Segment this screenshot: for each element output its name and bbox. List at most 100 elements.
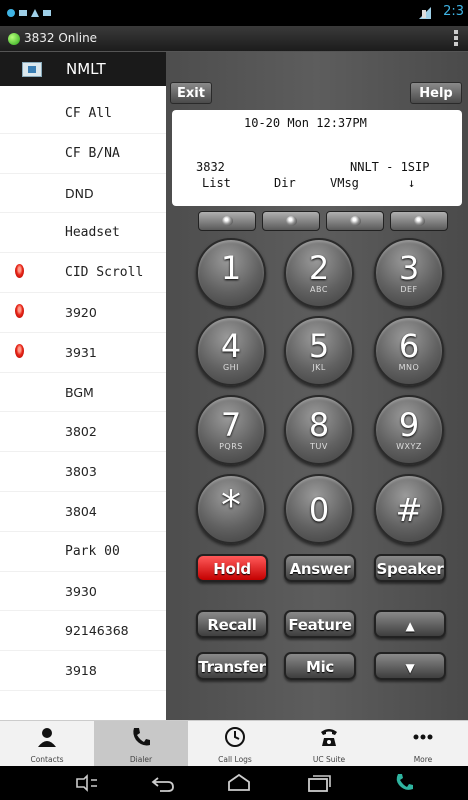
sidebar-item-92146368[interactable]: 92146368 [0,611,166,652]
lcd-datetime: 10-20 Mon 12:37PM [244,116,367,130]
help-button[interactable]: Help [410,82,462,104]
sidebar-item-cf-bna[interactable]: CF B/NA [0,134,166,174]
feature-button[interactable]: Feature [284,610,356,638]
contact-card-icon [22,62,42,77]
sidebar-item-label: 3920 [65,304,97,320]
volume-down-button[interactable]: ▼ [374,652,446,680]
status-bar: 2:3 [0,0,468,26]
sidebar-item-label: CID Scroll [65,265,144,281]
sidebar-item-label: 3802 [65,424,97,440]
exit-button[interactable]: Exit [170,82,212,104]
tab-label: UC Suite [312,755,346,764]
key-letters: WXYZ [396,442,422,451]
key-digit: 6 [398,327,420,365]
lcd-softkey-label: ↓ [408,176,416,190]
sidebar-header-title: NMLT [66,60,106,78]
key-digit: * [221,483,241,529]
tab-call-logs[interactable]: Call Logs [188,721,282,767]
menu-icon[interactable] [74,773,100,793]
key-letters: JKL [312,363,326,372]
sidebar-item-cf-all[interactable]: CF All [0,94,166,134]
tab-more[interactable]: More [376,721,468,767]
overflow-menu-icon[interactable] [454,30,458,48]
sidebar-item-3803[interactable]: 3803 [0,452,166,492]
tab-label: Dialer [129,755,153,764]
sidebar-item-label: 3804 [65,503,97,519]
key-letters: MNO [398,363,420,372]
volume-up-button[interactable]: ▲ [374,610,446,638]
key-star-button[interactable]: * [196,474,266,544]
lcd-line-name: NNLT - 1SIP [350,160,430,174]
tab-dialer[interactable]: Dialer [94,721,188,767]
softkey-3-button[interactable] [326,211,384,231]
sidebar-item-label: BGM [65,384,94,400]
key-digit: 5 [308,327,330,365]
sidebar-item-headset[interactable]: Headset [0,213,166,254]
transfer-button[interactable]: Transfer [196,652,268,680]
key-4-button[interactable]: 4 GHI [196,316,266,386]
phone-stand-icon [321,729,337,746]
home-icon[interactable] [226,773,252,793]
tab-contacts[interactable]: Contacts [0,721,94,767]
arrow-down-icon: ▼ [405,661,415,675]
key-digit: 9 [398,406,420,444]
tab-label: Call Logs [218,755,252,764]
key-6-button[interactable]: 6 MNO [374,316,444,386]
lcd-softkey-label: List [202,176,231,190]
key-hash-button[interactable]: # [374,474,444,544]
phone-panel: Exit Help 10-20 Mon 12:37PM 3832 NNLT - … [166,52,468,720]
tab-uc-suite[interactable]: UC Suite [282,721,376,767]
key-2-button[interactable]: 2 ABC [284,238,354,308]
line-key-sidebar: NMLT CF All CF B/NA DND Headset CID Scro… [0,52,166,720]
sidebar-item-3802[interactable]: 3802 [0,412,166,453]
phone-icon[interactable] [392,773,418,793]
key-digit: # [395,491,423,529]
sidebar-item-3920[interactable]: 3920 [0,293,166,333]
key-1-button[interactable]: 1 [196,238,266,308]
recents-icon[interactable] [306,773,332,793]
sidebar-item-label: 3930 [65,583,97,599]
key-digit: 0 [308,491,330,529]
lcd-softkey-label: Dir [274,176,296,190]
sidebar-item-3804[interactable]: 3804 [0,492,166,532]
key-letters: GHI [222,363,240,372]
sidebar-item-label: CF B/NA [65,145,120,161]
sidebar-item-3930[interactable]: 3930 [0,572,166,612]
app-bar: 3832 Online [0,26,468,52]
sidebar-item-label: CF All [65,106,112,121]
key-7-button[interactable]: 7 PQRS [196,395,266,465]
sidebar-item-cid-scroll[interactable]: CID Scroll [0,253,166,293]
key-digit: 4 [220,327,242,365]
key-3-button[interactable]: 3 DEF [374,238,444,308]
sidebar-item-park-00[interactable]: Park 00 [0,532,166,572]
back-icon[interactable] [150,773,176,793]
sidebar-header[interactable]: NMLT [0,52,166,86]
key-8-button[interactable]: 8 TUV [284,395,354,465]
sidebar-item-dnd[interactable]: DND [0,174,166,214]
status-led-icon [15,343,24,358]
sidebar-item-label: DND [65,185,94,201]
sidebar-list: CF All CF B/NA DND Headset CID Scroll 39… [0,94,166,691]
warning-icon [31,9,39,17]
sidebar-item-bgm[interactable]: BGM [0,373,166,413]
speaker-button[interactable]: Speaker [374,554,446,582]
answer-button[interactable]: Answer [284,554,356,582]
sidebar-item-3918[interactable]: 3918 [0,651,166,691]
tab-label: Contacts [30,755,64,764]
softkey-2-button[interactable] [262,211,320,231]
key-9-button[interactable]: 9 WXYZ [374,395,444,465]
recall-button[interactable]: Recall [196,610,268,638]
key-5-button[interactable]: 5 JKL [284,316,354,386]
mic-button[interactable]: Mic [284,652,356,680]
key-digit: 2 [308,249,330,287]
key-0-button[interactable]: 0 [284,474,354,544]
message-icon [19,10,27,16]
sidebar-item-label: 3931 [65,344,97,360]
hold-button[interactable]: Hold [196,554,268,582]
sidebar-item-3931[interactable]: 3931 [0,333,166,373]
tab-label: More [413,755,433,764]
phone-handset-icon [133,728,150,746]
key-letters: PQRS [219,442,243,451]
softkey-1-button[interactable] [198,211,256,231]
softkey-4-button[interactable] [390,211,448,231]
